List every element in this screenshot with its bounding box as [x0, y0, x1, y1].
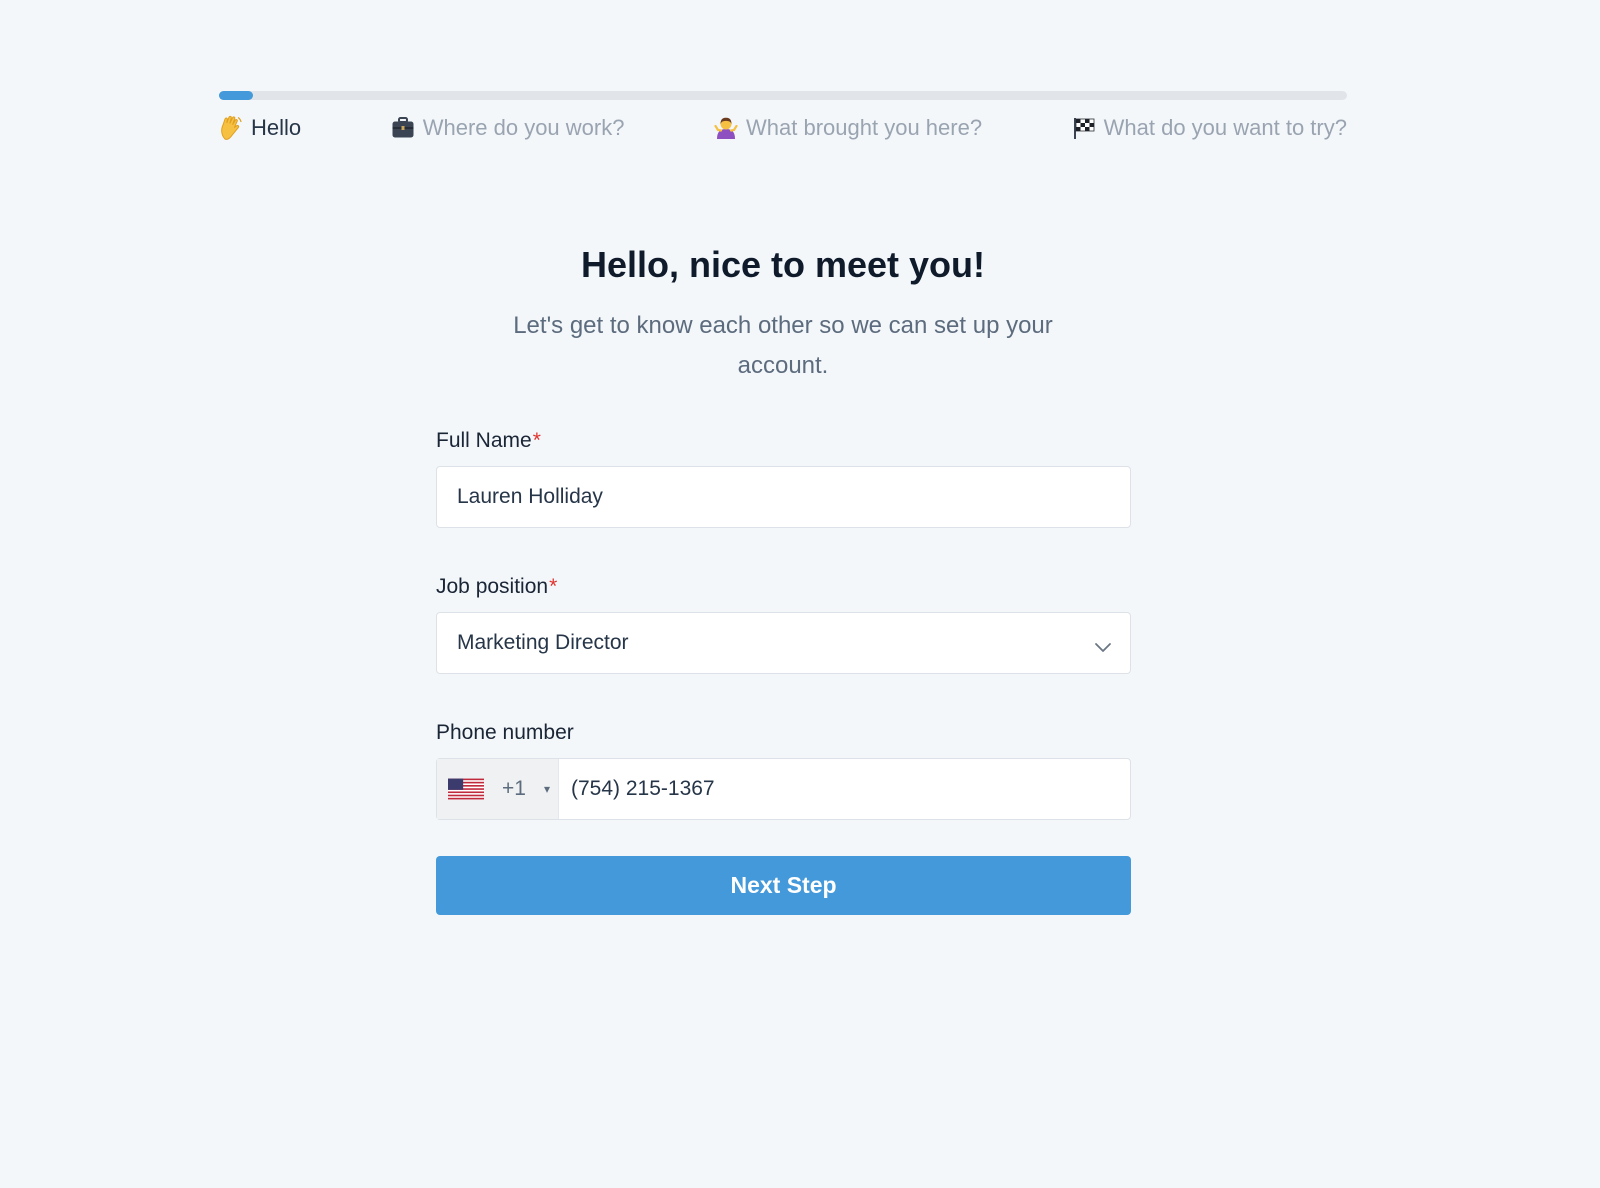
job-position-select[interactable]: Marketing Director: [436, 612, 1131, 674]
us-flag-icon: [448, 778, 484, 800]
step-navigation: Hello Where do you work? What brought yo…: [219, 112, 1347, 144]
next-step-button[interactable]: Next Step: [436, 856, 1131, 915]
step-where-do-you-work[interactable]: Where do you work?: [391, 115, 625, 141]
page-subtitle: Let's get to know each other so we can s…: [513, 312, 1053, 379]
page-title: Hello, nice to meet you!: [580, 244, 986, 285]
dial-code: +1: [502, 777, 526, 800]
step-label: Hello: [251, 115, 302, 140]
job-position-label: Job position*: [436, 570, 1131, 604]
full-name-input-box: [436, 466, 1131, 528]
phone-field: Phone number +1 ▾: [436, 716, 1131, 820]
full-name-input[interactable]: [437, 467, 1130, 527]
job-position-field: Job position* Marketing Director: [436, 570, 1131, 674]
person-shrugging-icon: [714, 116, 738, 140]
full-name-field: Full Name*: [436, 424, 1131, 528]
step-label: What brought you here?: [746, 115, 983, 140]
caret-down-icon: ▾: [543, 782, 550, 796]
phone-label-text: Phone number: [436, 721, 574, 744]
phone-input-box: +1 ▾: [436, 758, 1131, 820]
waving-hand-icon: [219, 115, 243, 140]
full-name-label: Full Name*: [436, 424, 1131, 458]
onboarding-form: Full Name* Job position* Marketing Direc…: [436, 424, 1131, 915]
step-hello[interactable]: Hello: [219, 115, 301, 141]
checkered-flag-icon: [1072, 116, 1096, 140]
progress-track: [219, 91, 1347, 100]
progress-fill: [219, 91, 253, 100]
required-mark: *: [532, 429, 541, 452]
phone-label: Phone number: [436, 716, 1131, 750]
step-label: Where do you work?: [422, 115, 625, 140]
country-code-select[interactable]: +1 ▾: [437, 759, 559, 819]
chevron-down-icon: [1094, 635, 1112, 659]
job-position-selected-value: Marketing Director: [457, 631, 629, 654]
job-position-label-text: Job position: [436, 575, 549, 598]
step-what-do-you-want-to-try[interactable]: What do you want to try?: [1072, 115, 1347, 141]
full-name-label-text: Full Name: [436, 429, 532, 452]
briefcase-icon: [391, 116, 415, 140]
step-label: What do you want to try?: [1103, 115, 1347, 140]
phone-number-input[interactable]: [559, 759, 1130, 819]
required-mark: *: [549, 575, 558, 598]
step-what-brought-you-here[interactable]: What brought you here?: [714, 115, 982, 141]
